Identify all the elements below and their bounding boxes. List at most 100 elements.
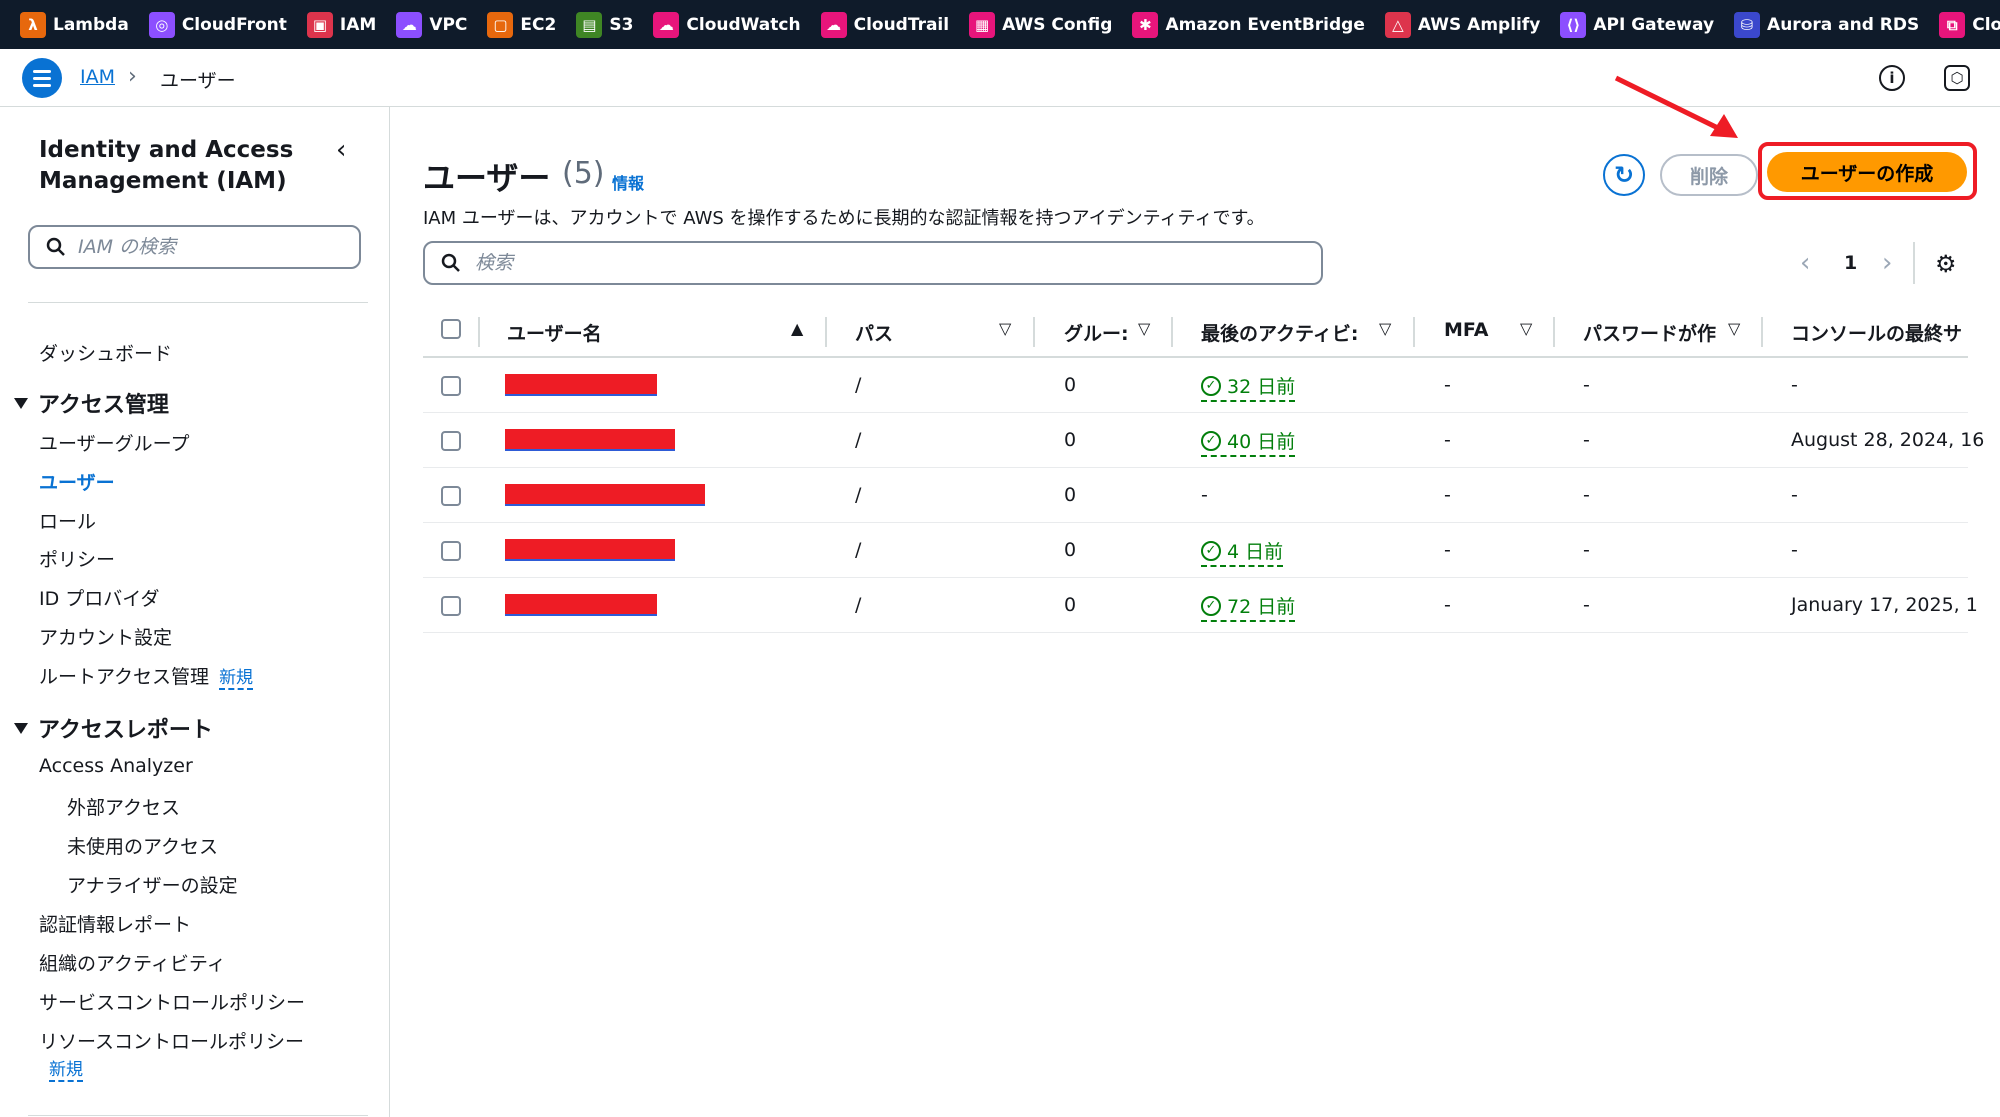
service-label: CloudTrail <box>853 14 950 35</box>
refresh-button[interactable]: ↻ <box>1603 154 1645 196</box>
table-row: / 0 - - - - <box>423 468 1968 523</box>
chevron-right-icon: › <box>128 64 137 89</box>
cell-path: / <box>855 594 862 616</box>
sidebar-item-identity-providers[interactable]: ID プロバイダ <box>39 584 160 611</box>
table-row: / 0 ✓ 4 日前 - - - <box>423 523 1968 578</box>
delete-button[interactable]: 削除 <box>1660 154 1758 196</box>
sidebar-item-access-analyzer[interactable]: Access Analyzer <box>39 755 193 777</box>
service-cloudtrail[interactable]: ☁ CloudTrail <box>820 11 950 38</box>
redacted-username-link[interactable] <box>505 539 675 561</box>
column-header-console-last[interactable]: コンソールの最終サ <box>1791 319 1962 346</box>
service-s3[interactable]: ▤ S3 <box>576 11 633 38</box>
sidebar-search-input[interactable] <box>78 236 328 258</box>
service-vpc[interactable]: ☁ VPC <box>396 11 467 38</box>
service-cloudformation[interactable]: ⧉ CloudFormation <box>1939 11 2000 38</box>
info-icon[interactable]: i <box>1879 65 1905 91</box>
service-cloudfront[interactable]: ◎ CloudFront <box>148 11 287 38</box>
sidebar-item-rcp[interactable]: リソースコントロールポリシー <box>39 1027 304 1054</box>
sort-icon[interactable]: ▽ <box>1728 319 1740 338</box>
cell-mfa: - <box>1444 429 1451 451</box>
page-description: IAM ユーザーは、アカウントで AWS を操作するために長期的な認証情報を持つ… <box>423 208 1265 229</box>
column-header-mfa[interactable]: MFA <box>1444 319 1488 341</box>
page-number[interactable]: 1 <box>1844 252 1857 274</box>
cell-password: - <box>1583 429 1590 451</box>
menu-icon[interactable] <box>22 58 62 98</box>
cell-console-last: January 17, 2025, 1 <box>1791 594 1978 616</box>
sidebar-item-roles[interactable]: ロール <box>39 507 96 534</box>
s3-icon: ▤ <box>576 11 603 38</box>
sort-icon[interactable]: ▽ <box>999 319 1011 338</box>
sidebar-section-access-reports[interactable]: アクセスレポート <box>14 712 213 744</box>
service-iam[interactable]: ▣ IAM <box>306 11 377 38</box>
row-checkbox[interactable] <box>441 431 461 451</box>
chevron-left-icon[interactable]: ‹ <box>1800 248 1810 278</box>
column-header-password[interactable]: パスワードが作 <box>1583 319 1716 346</box>
sidebar-item-user-groups[interactable]: ユーザーグループ <box>39 429 189 456</box>
user-search[interactable] <box>423 241 1323 285</box>
sidebar-item-root-access[interactable]: ルートアクセス管理 新規 <box>39 662 254 690</box>
new-badge: 新規 <box>219 668 254 690</box>
select-all-checkbox[interactable] <box>441 319 461 339</box>
row-checkbox[interactable] <box>441 596 461 616</box>
chevron-right-icon[interactable]: › <box>1882 248 1892 278</box>
sort-icon[interactable]: ▽ <box>1520 319 1532 338</box>
sidebar-item-dashboard[interactable]: ダッシュボード <box>39 339 172 366</box>
gear-icon[interactable]: ⚙ <box>1935 250 1957 278</box>
service-ec2[interactable]: ▢ EC2 <box>487 11 556 38</box>
service-config[interactable]: ▦ AWS Config <box>969 11 1112 38</box>
cell-path: / <box>855 374 862 396</box>
sort-ascending-icon[interactable]: ▲ <box>791 319 803 338</box>
sidebar-item-account-settings[interactable]: アカウント設定 <box>39 623 172 650</box>
sidebar-section-access-mgmt[interactable]: アクセス管理 <box>14 387 169 419</box>
create-user-button[interactable]: ユーザーの作成 <box>1767 152 1967 192</box>
cell-mfa: - <box>1444 539 1451 561</box>
row-checkbox[interactable] <box>441 541 461 561</box>
sidebar-item-scp[interactable]: サービスコントロールポリシー <box>39 988 305 1015</box>
redacted-username-link[interactable] <box>505 374 657 396</box>
service-label: CloudFront <box>181 14 287 35</box>
sidebar-item-credential-report[interactable]: 認証情報レポート <box>39 910 191 937</box>
cell-password: - <box>1583 374 1590 396</box>
service-label: IAM <box>339 14 377 35</box>
sidebar-item-policies[interactable]: ポリシー <box>39 545 115 572</box>
column-header-path[interactable]: パス <box>855 319 893 346</box>
sidebar-item-external-access[interactable]: 外部アクセス <box>67 793 180 820</box>
settings-hex-icon[interactable]: ⬡ <box>1944 65 1970 91</box>
sort-icon[interactable]: ▽ <box>1138 319 1150 338</box>
cell-last-activity[interactable]: ✓ 32 日前 <box>1201 372 1296 402</box>
sidebar-item-users[interactable]: ユーザー <box>39 468 115 495</box>
sidebar-item-org-activity[interactable]: 組織のアクティビティ <box>39 949 226 976</box>
redacted-username-link[interactable] <box>505 484 705 506</box>
service-lambda[interactable]: λ Lambda <box>20 11 129 38</box>
info-link[interactable]: 情報 <box>612 170 644 194</box>
sidebar-item-analyzer-settings[interactable]: アナライザーの設定 <box>67 871 238 898</box>
sort-icon[interactable]: ▽ <box>1379 319 1391 338</box>
cell-console-last: - <box>1791 374 1798 396</box>
cell-last-activity[interactable]: ✓ 4 日前 <box>1201 537 1284 567</box>
redacted-username-link[interactable] <box>505 594 657 616</box>
column-divider <box>1171 317 1173 347</box>
service-api-gateway[interactable]: ⟨⟩ API Gateway <box>1560 11 1714 38</box>
table-row: / 0 ✓ 72 日前 - - January 17, 2025, 1 <box>423 578 1978 633</box>
cloudtrail-icon: ☁ <box>820 11 847 38</box>
caret-down-icon <box>14 722 28 734</box>
column-header-last-activity[interactable]: 最後のアクティビ: <box>1201 319 1359 346</box>
service-label: CloudWatch <box>686 14 801 35</box>
column-header-groups[interactable]: グルー: <box>1064 319 1129 346</box>
service-amplify[interactable]: △ AWS Amplify <box>1384 11 1540 38</box>
sidebar-search[interactable] <box>28 225 361 269</box>
column-header-username[interactable]: ユーザー名 <box>507 319 602 346</box>
service-eventbridge[interactable]: ✱ Amazon EventBridge <box>1132 11 1365 38</box>
cell-last-activity[interactable]: ✓ 40 日前 <box>1201 427 1296 457</box>
column-divider <box>1761 317 1763 347</box>
redacted-username-link[interactable] <box>505 429 675 451</box>
service-rds[interactable]: ⛁ Aurora and RDS <box>1734 11 1919 38</box>
collapse-icon[interactable]: ‹ <box>336 135 346 165</box>
user-search-input[interactable] <box>475 252 1295 274</box>
row-checkbox[interactable] <box>441 486 461 506</box>
service-cloudwatch[interactable]: ☁ CloudWatch <box>653 11 801 38</box>
cell-last-activity[interactable]: ✓ 72 日前 <box>1201 592 1296 622</box>
sidebar-item-unused-access[interactable]: 未使用のアクセス <box>67 832 218 859</box>
row-checkbox[interactable] <box>441 376 461 396</box>
breadcrumb-iam[interactable]: IAM <box>80 66 115 88</box>
